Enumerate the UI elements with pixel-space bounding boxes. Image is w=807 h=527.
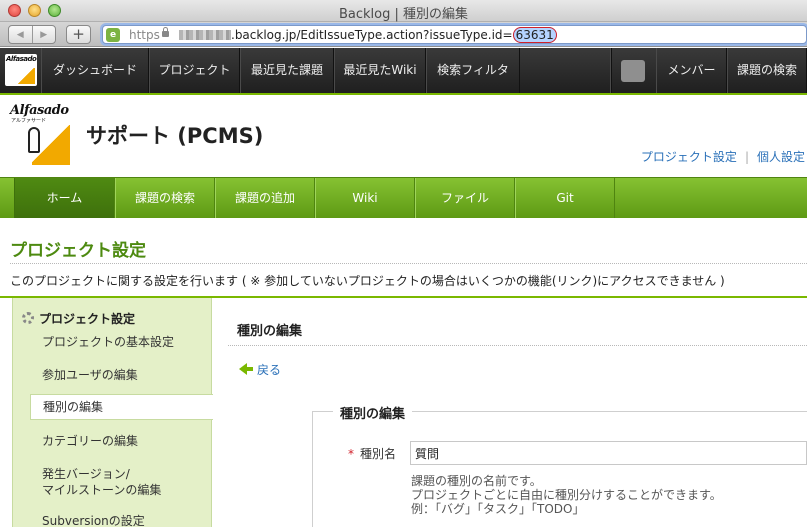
- back-link-label: 戻る: [257, 363, 282, 377]
- sidebar-item-versions-line2: マイルストーンの編集: [42, 483, 162, 497]
- window-title: Backlog | 種別の編集: [338, 7, 469, 22]
- issue-type-name-input[interactable]: [410, 441, 807, 465]
- gnav-recent-wiki[interactable]: 最近見たWiki: [334, 48, 426, 93]
- sidebar-item-versions[interactable]: 発生バージョン/ マイルストーンの編集: [42, 466, 161, 498]
- help-text-line-3: 例：「バグ」「タスク」「TODO」: [411, 502, 585, 516]
- required-mark: *: [348, 447, 354, 461]
- sidebar-item-issue-types[interactable]: 種別の編集: [30, 394, 213, 420]
- url-redacted-host: [179, 30, 231, 40]
- form-border-left: [312, 411, 313, 527]
- page-title: プロジェクト設定: [10, 241, 146, 261]
- tab-git[interactable]: Git: [515, 178, 615, 218]
- personal-settings-link[interactable]: 個人設定: [757, 150, 805, 164]
- site-favicon-icon: e: [106, 28, 120, 42]
- tab-wiki[interactable]: Wiki: [315, 178, 415, 218]
- title-divider: [10, 263, 807, 264]
- space-logo-text: Alfasado: [6, 55, 37, 63]
- history-buttons: ◀ ▶: [8, 25, 56, 44]
- tab-issue-search[interactable]: 課題の検索: [115, 178, 215, 218]
- gnav-issue-search[interactable]: 課題の検索: [727, 48, 807, 93]
- sidebar-item-basic-settings[interactable]: プロジェクトの基本設定: [42, 334, 174, 350]
- address-bar[interactable]: e https .backlog.jp/EditIssueType.action…: [102, 25, 807, 44]
- back-arrow-icon[interactable]: ◀: [9, 26, 32, 43]
- tab-files[interactable]: ファイル: [415, 178, 515, 218]
- gnav-project[interactable]: プロジェクト: [149, 48, 240, 93]
- gnav-divider: [610, 48, 612, 93]
- project-settings-link[interactable]: プロジェクト設定: [641, 150, 737, 164]
- issue-type-name-label: * 種別名: [348, 445, 396, 462]
- project-logo-subtext: アルファサード: [11, 118, 46, 124]
- url-protocol: https: [129, 28, 160, 42]
- project-logo-text: Alfasado: [10, 103, 69, 118]
- section-title: 種別の編集: [237, 324, 303, 339]
- page-description: このプロジェクトに関する設定を行います ( ※ 参加していないプロジェクトの場合…: [10, 274, 725, 288]
- section-divider: [228, 345, 807, 346]
- gnav-recent-issues[interactable]: 最近見た課題: [240, 48, 334, 93]
- person-logo-icon: [28, 127, 40, 153]
- browser-toolbar: ◀ ▶ + e https .backlog.jp/EditIssueType.…: [0, 22, 807, 47]
- url-issue-type-id: 63631: [512, 27, 557, 43]
- gnav-members[interactable]: メンバー: [656, 48, 727, 93]
- gnav-dashboard[interactable]: ダッシュボード: [41, 48, 149, 93]
- sidebar-item-subversion[interactable]: Subversionの設定: [42, 513, 145, 527]
- gnav-search-filter[interactable]: 検索フィルタ: [426, 48, 520, 93]
- issue-type-name-label-text: 種別名: [360, 447, 397, 461]
- project-nav: ホーム 課題の検索 課題の追加 Wiki ファイル Git: [0, 177, 807, 218]
- forward-arrow-icon[interactable]: ▶: [31, 26, 56, 43]
- gear-icon: [22, 312, 34, 324]
- form-legend: 種別の編集: [333, 403, 413, 422]
- user-avatar[interactable]: [621, 60, 645, 82]
- sidebar-heading: プロジェクト設定: [22, 310, 135, 327]
- back-link[interactable]: 戻る: [239, 361, 281, 378]
- global-nav: Alfasado ダッシュボード プロジェクト 最近見た課題 最近見たWiki …: [0, 48, 807, 93]
- new-tab-button[interactable]: +: [66, 25, 91, 44]
- project-logo[interactable]: Alfasado アルファサード: [10, 103, 72, 167]
- project-header: Alfasado アルファサード サポート (PCMS) プロジェクト設定 | 個人…: [0, 95, 807, 177]
- project-name: サポート (PCMS): [86, 124, 264, 148]
- window-titlebar: Backlog | 種別の編集: [0, 0, 807, 22]
- tab-add-issue[interactable]: 課題の追加: [215, 178, 315, 218]
- space-logo[interactable]: Alfasado: [5, 54, 37, 86]
- url-text[interactable]: .backlog.jp/EditIssueType.action?issueTy…: [231, 27, 557, 43]
- sidebar-item-members[interactable]: 参加ユーザの編集: [42, 367, 138, 383]
- stairs-logo-icon: [17, 68, 35, 84]
- project-header-links: プロジェクト設定 | 個人設定: [641, 148, 805, 165]
- tab-home[interactable]: ホーム: [14, 178, 115, 218]
- sidebar-heading-label: プロジェクト設定: [39, 312, 136, 326]
- settings-sidebar: プロジェクト設定 プロジェクトの基本設定 参加ユーザの編集 種別の編集 カテゴリ…: [12, 298, 213, 527]
- sidebar-item-versions-line1: 発生バージョン/: [42, 467, 130, 481]
- url-path: .backlog.jp/EditIssueType.action?issueTy…: [231, 28, 513, 42]
- lock-icon: [162, 27, 169, 37]
- sidebar-item-categories[interactable]: カテゴリーの編集: [42, 433, 138, 449]
- link-separator: |: [744, 150, 749, 164]
- arrow-left-icon: [239, 363, 253, 375]
